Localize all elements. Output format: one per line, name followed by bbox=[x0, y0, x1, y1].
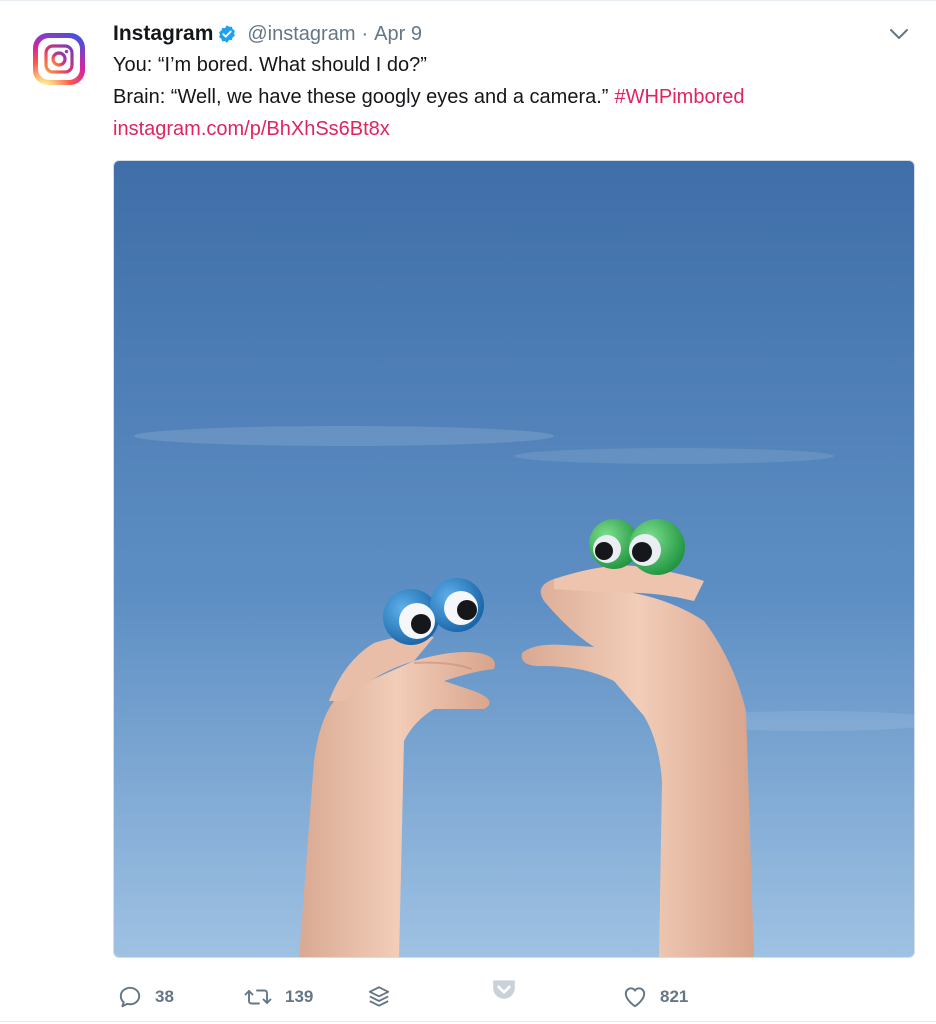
retweet-count: 139 bbox=[285, 987, 314, 1006]
tweet-text-line-2: Brain: “Well, we have these googly eyes … bbox=[113, 84, 745, 110]
hashtag-link[interactable]: #WHPimbored bbox=[614, 86, 744, 108]
handle[interactable]: @instagram bbox=[247, 23, 355, 46]
reply-button[interactable]: 38 bbox=[117, 982, 174, 1012]
like-button[interactable]: 821 bbox=[622, 982, 688, 1012]
reply-count: 38 bbox=[155, 987, 174, 1006]
separator: · bbox=[361, 22, 369, 45]
instagram-post-link[interactable]: instagram.com/p/BhXhSs6Bt8x bbox=[113, 116, 390, 142]
tweet-text-line-2-body: Brain: “Well, we have these googly eyes … bbox=[113, 86, 609, 108]
buffer-stack-icon bbox=[368, 986, 390, 1007]
camera-glyph-icon bbox=[44, 44, 74, 74]
pocket-icon bbox=[493, 980, 515, 999]
tweet-header: Instagram @instagram · Apr 9 bbox=[113, 20, 422, 48]
bottom-divider bbox=[0, 1021, 936, 1022]
instagram-logo-icon[interactable] bbox=[33, 33, 85, 85]
reply-icon bbox=[119, 986, 141, 1008]
top-divider bbox=[0, 0, 936, 1]
chevron-down-icon[interactable] bbox=[888, 26, 910, 42]
retweet-icon bbox=[244, 989, 272, 1005]
timestamp[interactable]: Apr 9 bbox=[374, 23, 422, 46]
tweet-card[interactable]: Instagram @instagram · Apr 9 You: “I’m b… bbox=[0, 0, 936, 1024]
tweet-photo[interactable] bbox=[113, 160, 915, 958]
buffer-button[interactable] bbox=[366, 982, 392, 1012]
tweet-actions: 38 139 821 bbox=[113, 980, 913, 1012]
like-count: 821 bbox=[660, 987, 689, 1006]
display-name[interactable]: Instagram bbox=[113, 22, 213, 46]
pocket-button[interactable] bbox=[491, 974, 517, 1004]
verified-badge-icon bbox=[219, 25, 236, 43]
googly-eyes-hands-image bbox=[114, 161, 914, 957]
tweet-text-line-1: You: “I’m bored. What should I do?” bbox=[113, 54, 427, 76]
retweet-button[interactable]: 139 bbox=[243, 982, 313, 1012]
avatar-inner bbox=[38, 38, 80, 80]
heart-icon bbox=[624, 987, 646, 1008]
